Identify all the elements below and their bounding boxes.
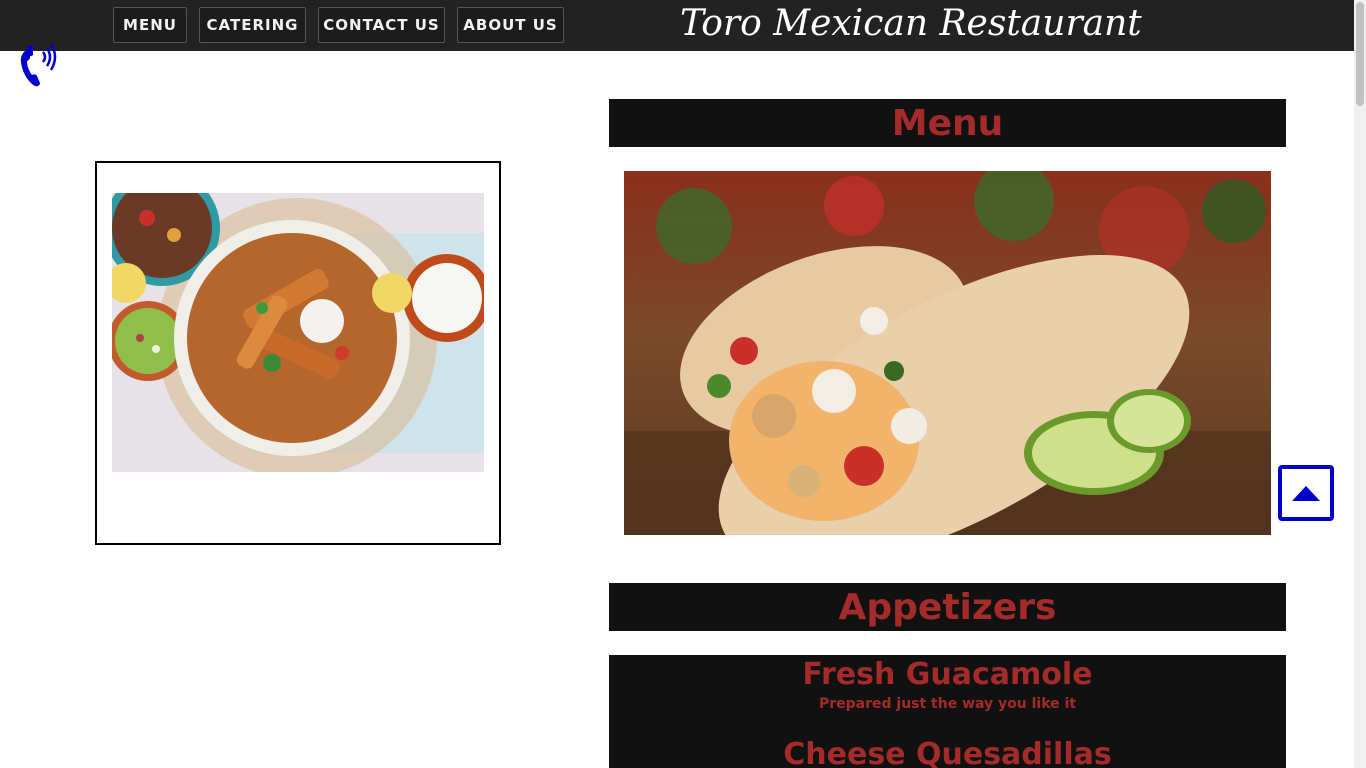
item-description: Prepared just the way you like it	[818, 696, 1077, 712]
back-to-top-button[interactable]	[1278, 465, 1334, 521]
nav-menu-button[interactable]: MENU	[113, 7, 187, 43]
food-bowl-photo	[112, 193, 484, 472]
featured-photo-frame	[95, 161, 501, 545]
list-item: Cheese Quesadillas	[609, 736, 1286, 768]
page-scrollbar[interactable]	[1354, 0, 1366, 768]
nav-about-button[interactable]: ABOUT US	[457, 7, 564, 43]
item-name: Fresh Guacamole	[802, 657, 1093, 692]
nav-catering-button[interactable]: CATERING	[199, 7, 306, 43]
restaurant-title: Toro Mexican Restaurant	[680, 3, 1142, 44]
appetizers-section-header: Appetizers	[609, 583, 1286, 631]
burrito-photo	[624, 171, 1271, 535]
caret-up-icon	[1292, 486, 1320, 501]
nav-contact-button[interactable]: CONTACT US	[318, 7, 445, 43]
list-item: Fresh Guacamole Prepared just the way yo…	[609, 655, 1286, 714]
top-navbar: MENU CATERING CONTACT US ABOUT US Toro M…	[0, 0, 1354, 51]
scrollbar-thumb[interactable]	[1356, 2, 1364, 106]
phone-icon[interactable]	[18, 40, 58, 88]
item-name: Cheese Quesadillas	[783, 737, 1112, 768]
menu-section-header: Menu	[609, 99, 1286, 147]
appetizer-list: Fresh Guacamole Prepared just the way yo…	[609, 655, 1286, 768]
